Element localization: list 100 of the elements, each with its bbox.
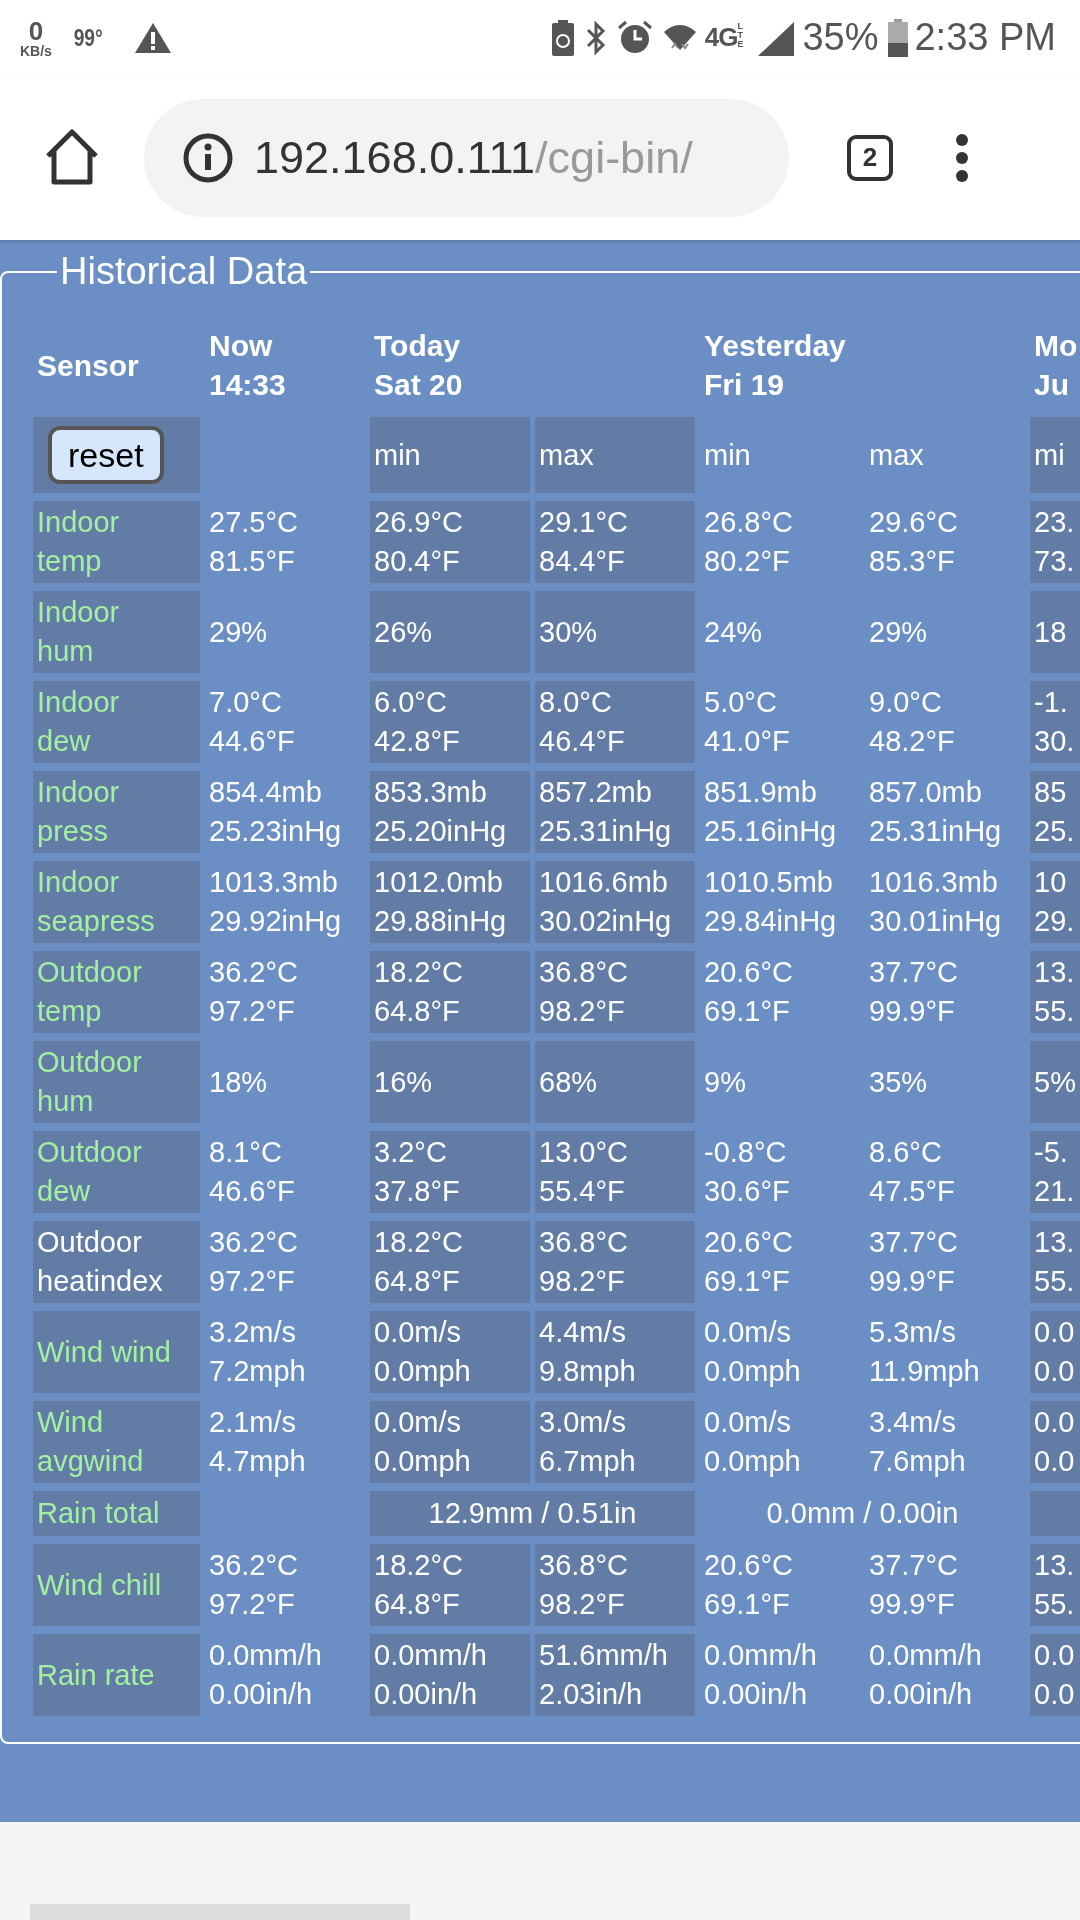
sensor-label: Rain total bbox=[33, 1491, 200, 1536]
value-cell: 0.0 0.0 bbox=[1030, 1401, 1080, 1483]
value-cell-text: 9% bbox=[703, 1064, 747, 1100]
value-cell: 13.0°C 55.4°F bbox=[535, 1131, 695, 1213]
total-cell-text: 0.0mm / 0.00in bbox=[765, 1496, 960, 1531]
value-cell: -1. 30. bbox=[1030, 681, 1080, 763]
value-cell: 0.0m/s 0.0mph bbox=[370, 1401, 530, 1483]
column-header: Yesterday Fri 19 bbox=[703, 328, 847, 403]
value-cell-text: 8.6°C 47.5°F bbox=[868, 1135, 956, 1209]
tab-count-button[interactable]: 2 bbox=[847, 134, 893, 181]
bluetooth-icon bbox=[584, 18, 607, 57]
value-cell-text: 29% bbox=[868, 614, 929, 650]
value-cell-text: 0.0mm/h 0.00in/h bbox=[208, 1638, 323, 1712]
value-cell-text: 1013.3mb 29.92inHg bbox=[208, 865, 343, 939]
value-cell-text: 37.7°C 99.9°F bbox=[868, 1225, 959, 1299]
subheader-cell-text: min bbox=[703, 437, 752, 473]
value-cell-text: 0.0m/s 0.0mph bbox=[703, 1315, 802, 1389]
panel-title: Historical Data bbox=[59, 250, 309, 293]
sensor-label: Indoor dew bbox=[33, 681, 200, 763]
sensor-label: Rain rate bbox=[33, 1634, 200, 1716]
value-cell: 3.0m/s 6.7mph bbox=[535, 1401, 695, 1483]
value-cell: 18 bbox=[1030, 591, 1080, 673]
sensor-label: Outdoor heatindex bbox=[33, 1221, 200, 1303]
column-header: Mo Ju bbox=[1033, 328, 1079, 403]
sensor-label: Wind chill bbox=[33, 1544, 200, 1626]
value-cell-text: 1016.3mb 30.01inHg bbox=[868, 865, 1003, 939]
value-cell: 18.2°C 64.8°F bbox=[370, 951, 530, 1033]
subheader-cell: mi bbox=[1030, 417, 1080, 493]
value-cell: 857.2mb 25.31inHg bbox=[535, 771, 695, 853]
network-speed: 0 bbox=[28, 17, 44, 44]
value-cell: 23. 73. bbox=[1030, 501, 1080, 583]
subheader-cell: max bbox=[535, 417, 695, 493]
network-type: 4G bbox=[704, 22, 738, 53]
value-cell: 13. 55. bbox=[1030, 1544, 1080, 1626]
temperature-text: 99° bbox=[73, 23, 103, 52]
value-cell: 13. 55. bbox=[1030, 951, 1080, 1033]
column-header: Sensor bbox=[36, 347, 140, 384]
value-cell: 18.2°C 64.8°F bbox=[370, 1544, 530, 1626]
sensor-label: Wind wind bbox=[33, 1311, 200, 1393]
value-cell-text: 37.7°C 99.9°F bbox=[868, 955, 959, 1029]
signal-icon bbox=[756, 19, 797, 56]
value-cell-text: 36.2°C 97.2°F bbox=[208, 1225, 299, 1299]
value-cell: 13. 55. bbox=[1030, 1221, 1080, 1303]
value-cell-text: 26.8°C 80.2°F bbox=[703, 505, 794, 579]
value-cell: 85 25. bbox=[1030, 771, 1080, 853]
value-cell: 8.0°C 46.4°F bbox=[535, 681, 695, 763]
menu-icon[interactable] bbox=[955, 132, 969, 183]
value-cell: 16% bbox=[370, 1041, 530, 1123]
value-cell: 10 29. bbox=[1030, 861, 1080, 943]
value-cell-text: 5.3m/s 11.9mph bbox=[868, 1315, 981, 1389]
value-cell-text: 5.0°C 41.0°F bbox=[703, 685, 791, 759]
value-cell: 1016.6mb 30.02inHg bbox=[535, 861, 695, 943]
value-cell: 6.0°C 42.8°F bbox=[370, 681, 530, 763]
value-cell-text: 9.0°C 48.2°F bbox=[868, 685, 956, 759]
value-cell: 3.2°C 37.8°F bbox=[370, 1131, 530, 1213]
subheader-cell: min bbox=[370, 417, 530, 493]
info-icon bbox=[182, 131, 234, 184]
sensor-label: Indoor hum bbox=[33, 591, 200, 673]
battery-percent: 35% bbox=[802, 16, 879, 59]
value-cell-text: 0.0m/s 0.0mph bbox=[703, 1405, 802, 1479]
value-cell: 36.8°C 98.2°F bbox=[535, 1221, 695, 1303]
battery-icon bbox=[888, 18, 909, 57]
value-cell: 1012.0mb 29.88inHg bbox=[370, 861, 530, 943]
value-cell: 4.4m/s 9.8mph bbox=[535, 1311, 695, 1393]
value-cell: 853.3mb 25.20inHg bbox=[370, 771, 530, 853]
value-cell-text: 36.2°C 97.2°F bbox=[208, 1548, 299, 1622]
sensor-label: Outdoor dew bbox=[33, 1131, 200, 1213]
value-cell-text: 0.0mm/h 0.00in/h bbox=[868, 1638, 983, 1712]
value-cell: 29.1°C 84.4°F bbox=[535, 501, 695, 583]
value-cell: 26.9°C 80.4°F bbox=[370, 501, 530, 583]
clock-time: 2:33 PM bbox=[914, 16, 1056, 59]
sensor-label: Outdoor hum bbox=[33, 1041, 200, 1123]
value-cell-text: 29.6°C 85.3°F bbox=[868, 505, 959, 579]
value-cell-text: 20.6°C 69.1°F bbox=[703, 1225, 794, 1299]
value-cell: 51.6mm/h 2.03in/h bbox=[535, 1634, 695, 1716]
value-cell-text: 24% bbox=[703, 614, 764, 650]
address-bar[interactable]: 192.168.0.111/cgi-bin/ bbox=[144, 98, 789, 217]
value-cell-text: 3.4m/s 7.6mph bbox=[868, 1405, 967, 1479]
sensor-label: Indoor seapress bbox=[33, 861, 200, 943]
value-cell: 36.8°C 98.2°F bbox=[535, 1544, 695, 1626]
value-cell: 0.0m/s 0.0mph bbox=[370, 1311, 530, 1393]
value-cell: 36.8°C 98.2°F bbox=[535, 951, 695, 1033]
speed-unit: KB/s bbox=[20, 43, 52, 58]
value-cell: 18.2°C 64.8°F bbox=[370, 1221, 530, 1303]
total-cell: 12.9mm / 0.51in bbox=[370, 1491, 695, 1536]
value-cell: 26% bbox=[370, 591, 530, 673]
value-cell-text: 36.2°C 97.2°F bbox=[208, 955, 299, 1029]
reset-button[interactable]: reset bbox=[48, 426, 164, 484]
value-cell-text: 1010.5mb 29.84inHg bbox=[703, 865, 838, 939]
value-cell-text: -0.8°C 30.6°F bbox=[703, 1135, 791, 1209]
sensor-label: Indoor press bbox=[33, 771, 200, 853]
value-cell-text: 2.1m/s 4.7mph bbox=[208, 1405, 307, 1479]
value-cell-text: 37.7°C 99.9°F bbox=[868, 1548, 959, 1622]
value-cell: 30% bbox=[535, 591, 695, 673]
value-cell-text: 3.2m/s 7.2mph bbox=[208, 1315, 307, 1389]
value-cell-text: 851.9mb 25.16inHg bbox=[703, 775, 838, 849]
sensor-label: Outdoor temp bbox=[33, 951, 200, 1033]
value-cell: 5% bbox=[1030, 1041, 1080, 1123]
value-cell-text: 8.1°C 46.6°F bbox=[208, 1135, 296, 1209]
value-cell-text: 7.0°C 44.6°F bbox=[208, 685, 296, 759]
